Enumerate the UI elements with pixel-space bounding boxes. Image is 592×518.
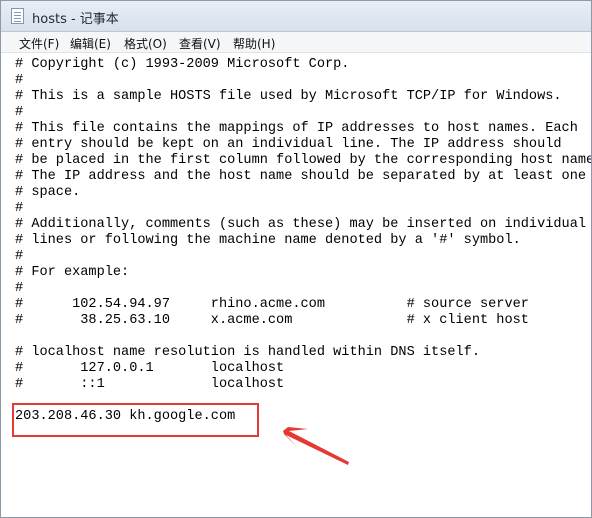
menu-bar: 文件(F) 编辑(E) 格式(O) 查看(V) 帮助(H) <box>1 32 591 53</box>
annotation-arrow-icon <box>283 427 349 465</box>
text-line: # 38.25.63.10 x.acme.com # x client host <box>15 313 529 328</box>
text-line: # Additionally, comments (such as these)… <box>15 217 587 232</box>
text-line: # space. <box>15 185 81 200</box>
text-line: # This is a sample HOSTS file used by Mi… <box>15 89 562 104</box>
menu-view[interactable]: 查看(V) <box>176 34 224 53</box>
text-line: # <box>15 201 24 216</box>
text-line: # 102.54.94.97 rhino.acme.com # source s… <box>15 297 529 312</box>
menu-format[interactable]: 格式(O) <box>121 34 170 53</box>
menu-edit[interactable]: 编辑(E) <box>67 34 114 53</box>
notepad-icon <box>11 8 24 24</box>
menu-file[interactable]: 文件(F) <box>16 34 62 53</box>
text-line: # <box>15 73 24 88</box>
arrow-shape <box>283 427 349 465</box>
window-title: hosts - 记事本 <box>32 12 119 27</box>
text-line: # The IP address and the host name shoul… <box>15 169 587 184</box>
text-line: # lines or following the machine name de… <box>15 233 521 248</box>
text-line: # localhost name resolution is handled w… <box>15 345 480 360</box>
title-bar[interactable]: hosts - 记事本 <box>1 1 591 32</box>
text-line: # entry should be kept on an individual … <box>15 137 562 152</box>
text-line: # 127.0.0.1 localhost <box>15 361 285 376</box>
text-line: # For example: <box>15 265 130 280</box>
text-line: # <box>15 249 24 264</box>
text-line: # This file contains the mappings of IP … <box>15 121 578 136</box>
menu-help[interactable]: 帮助(H) <box>230 34 278 53</box>
text-line: # ::1 localhost <box>15 377 285 392</box>
text-line: # Copyright (c) 1993-2009 Microsoft Corp… <box>15 57 350 72</box>
text-line: # <box>15 281 24 296</box>
highlight-box <box>12 403 259 437</box>
text-line: # <box>15 105 24 120</box>
text-line: # be placed in the first column followed… <box>15 153 592 168</box>
notepad-window: hosts - 记事本 文件(F) 编辑(E) 格式(O) 查看(V) 帮助(H… <box>0 0 592 518</box>
